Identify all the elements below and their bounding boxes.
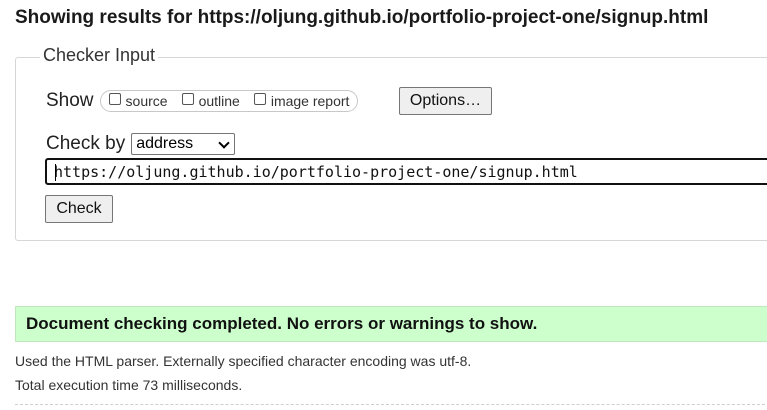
success-message: Document checking completed. No errors o… [15, 306, 767, 342]
check-by-label: Check by [46, 133, 126, 154]
show-options-group: source outline image report [99, 90, 359, 112]
outline-checkbox[interactable] [181, 93, 194, 105]
outline-option-label: outline [198, 93, 240, 109]
text-cursor [55, 164, 56, 181]
chevron-down-icon [218, 137, 230, 149]
image-report-option[interactable]: image report [253, 93, 350, 109]
source-option[interactable]: source [108, 93, 168, 109]
outline-option[interactable]: outline [181, 93, 240, 109]
source-checkbox[interactable] [108, 93, 121, 105]
source-option-label: source [125, 93, 168, 109]
checker-input-legend: Checker Input [40, 45, 159, 66]
check-button[interactable]: Check [45, 195, 113, 223]
url-input[interactable]: https://oljung.github.io/portfolio-proje… [45, 158, 767, 185]
execution-time-info: Total execution time 73 milliseconds. [15, 377, 243, 393]
check-by-row: Check by address [46, 132, 236, 156]
check-by-select[interactable]: address [131, 133, 236, 155]
show-label: Show [46, 90, 94, 111]
page-title: Showing results for https://oljung.githu… [15, 7, 709, 28]
image-report-option-label: image report [270, 93, 350, 109]
image-report-checkbox[interactable] [253, 93, 266, 105]
options-button[interactable]: Options… [399, 87, 492, 115]
check-by-selected-value: address [136, 135, 194, 152]
parser-info: Used the HTML parser. Externally specifi… [15, 353, 472, 369]
divider [15, 404, 767, 405]
show-options-row: Show source outline image report [46, 88, 359, 114]
url-input-value: https://oljung.github.io/portfolio-proje… [54, 162, 578, 181]
